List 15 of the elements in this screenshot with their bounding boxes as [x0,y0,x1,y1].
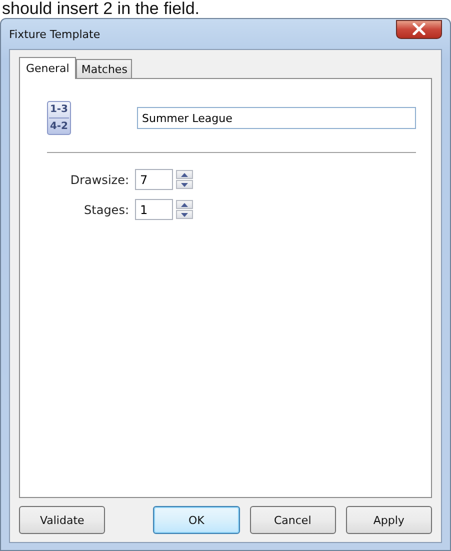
icon-label: 1-3 [50,104,68,115]
tab[interactable]: Matches [76,59,132,78]
icon-label: 4-2 [50,121,68,132]
spinner-label: Stages: [83,202,129,216]
spinner-label: Drawsize: [69,172,129,186]
dialog-button[interactable]: Cancel [250,506,336,534]
number-field[interactable]: 1 [135,199,173,220]
dialog-button[interactable]: Apply [346,506,432,534]
number-field[interactable]: 7 [135,169,173,190]
caption-text: should insert 2 in the field. [1,0,201,18]
dialog-button[interactable]: Validate [19,506,106,534]
window-title: Fixture Template [9,28,100,40]
tab[interactable]: General [19,57,76,79]
dialog-button[interactable]: OK [153,506,240,534]
name-field[interactable]: Summer League [137,107,416,129]
